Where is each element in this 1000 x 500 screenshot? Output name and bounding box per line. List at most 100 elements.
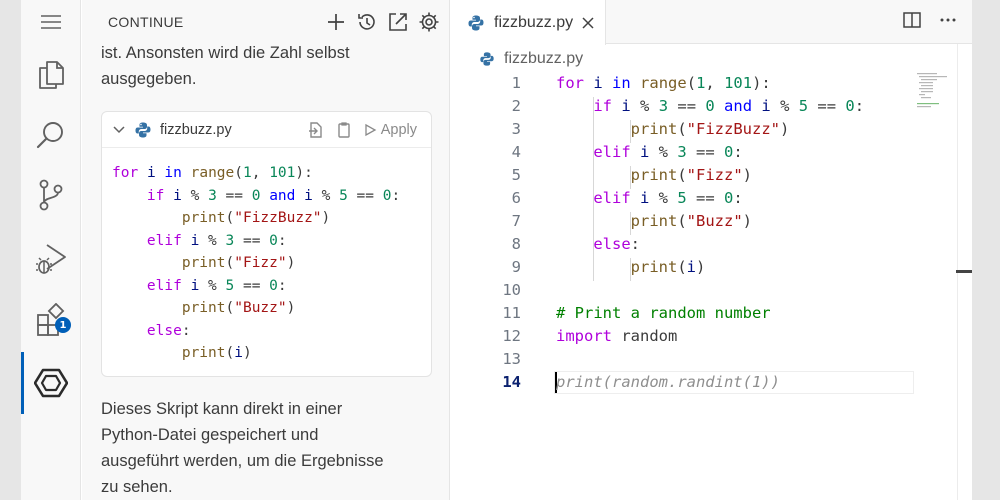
- intro-line: ist. Ansonsten wird die Zahl selbst: [101, 44, 350, 62]
- continue-button[interactable]: [21, 352, 81, 414]
- code-text: import random: [556, 327, 678, 345]
- close-icon[interactable]: [581, 16, 595, 30]
- extensions-button[interactable]: 1: [21, 295, 81, 345]
- vertical-scrollbar[interactable]: [956, 44, 972, 500]
- snippet-code-line: elif i % 5 == 0:: [146, 277, 287, 294]
- code-text: print("Buzz"): [630, 212, 753, 230]
- tab-label: fizzbuzz.py: [494, 13, 574, 31]
- copy-icon[interactable]: [335, 121, 353, 139]
- line-number: 5: [511, 166, 521, 184]
- continue-panel: CONTINUE ist. Ansonsten wird die Zahl se…: [82, 0, 450, 500]
- history-icon: [358, 14, 375, 30]
- line-number: 1: [511, 74, 521, 92]
- gear-icon: [419, 12, 439, 32]
- tab-bar: fizzbuzz.py: [451, 0, 972, 45]
- line-number: 10: [502, 281, 521, 299]
- line-number: 9: [511, 258, 521, 276]
- python-file-icon: [468, 15, 484, 30]
- plus-icon: [328, 14, 344, 30]
- code-line[interactable]: 8 else:: [451, 233, 921, 256]
- snippet-code-line: print("Fizz"): [181, 255, 296, 271]
- snippet-code-line: else:: [146, 322, 191, 339]
- source-control-button[interactable]: [21, 170, 81, 220]
- line-number: 3: [511, 120, 521, 138]
- search-button[interactable]: [21, 110, 81, 160]
- snippet-tools: Apply: [307, 121, 431, 139]
- snippet-code-line: print("FizzBuzz"): [181, 210, 331, 226]
- snippet-filename: fizzbuzz.py: [160, 121, 232, 138]
- source-control-icon: [39, 179, 63, 211]
- outro-text: Dieses Skript kann direkt in einer Pytho…: [101, 396, 431, 500]
- snippet-code-line: if i % 3 == 0 and i % 5 == 0:: [146, 187, 401, 204]
- breadcrumb[interactable]: fizzbuzz.py: [479, 50, 583, 68]
- code-snippet: fizzbuzz.py Apply for i in range(1, 101)…: [101, 111, 432, 377]
- intro-text: ist. Ansonsten wird die Zahl selbst ausg…: [101, 40, 431, 92]
- line-number: 2: [511, 97, 521, 115]
- explorer-button[interactable]: [21, 50, 81, 100]
- code-text: print("Fizz"): [630, 166, 753, 184]
- menu-button[interactable]: [21, 0, 81, 44]
- history-button[interactable]: [355, 10, 379, 34]
- settings-button[interactable]: [417, 10, 441, 34]
- editor-actions: [902, 10, 958, 30]
- apply-button[interactable]: Apply: [363, 122, 417, 138]
- snippet-code-line: print(i): [181, 345, 252, 361]
- line-number: 14: [502, 373, 521, 391]
- code-line[interactable]: 2 if i % 3 == 0 and i % 5 == 0:: [451, 95, 921, 118]
- code-line[interactable]: 10: [451, 279, 921, 302]
- inline-suggestion[interactable]: print(random.randint(1)): [556, 371, 780, 394]
- outro-line: ausgeführt werden, um die Ergebnisse: [101, 452, 384, 470]
- code-text: for i in range(1, 101):: [556, 74, 771, 92]
- run-debug-icon: [36, 244, 66, 274]
- open-in-new-window-button[interactable]: [386, 10, 410, 34]
- line-number: 11: [502, 304, 521, 322]
- python-file-icon: [480, 52, 494, 66]
- panel-title: CONTINUE: [108, 14, 184, 30]
- code-editor[interactable]: 1 for i in range(1, 101): 2 if i % 3 == 0 …: [451, 72, 921, 394]
- python-file-icon: [135, 122, 151, 137]
- code-line[interactable]: 4 elif i % 3 == 0:: [451, 141, 921, 164]
- line-number: 13: [502, 350, 521, 368]
- insert-at-cursor-icon[interactable]: [307, 121, 325, 139]
- minimap[interactable]: [917, 72, 951, 112]
- code-text: else:: [593, 235, 640, 253]
- code-text: print(i): [630, 258, 706, 276]
- run-debug-button[interactable]: [21, 233, 81, 283]
- code-line[interactable]: 1 for i in range(1, 101):: [451, 72, 921, 95]
- activity-bar: 1: [21, 0, 81, 500]
- code-line[interactable]: 9 print(i): [451, 256, 921, 279]
- snippet-code: for i in range(1, 101): if i % 3 == 0 an…: [102, 148, 431, 365]
- apply-label: Apply: [380, 121, 417, 138]
- code-line[interactable]: 6 elif i % 5 == 0:: [451, 187, 921, 210]
- extensions-badge: 1: [55, 317, 71, 333]
- code-text: elif i % 3 == 0:: [593, 143, 743, 161]
- code-line[interactable]: 12 import random: [451, 325, 921, 348]
- collapse-chevron-icon[interactable]: [112, 123, 126, 137]
- search-icon: [36, 122, 63, 149]
- code-text: elif i % 5 == 0:: [593, 189, 743, 207]
- code-line[interactable]: 5 print("Fizz"): [451, 164, 921, 187]
- cursor-position-marker: [956, 270, 972, 273]
- external-link-icon: [389, 13, 407, 31]
- continue-icon: [34, 368, 68, 398]
- editor-area: fizzbuzz.py fizzbuzz.py 1 for i in range(…: [451, 0, 972, 500]
- code-line[interactable]: 7 print("Buzz"): [451, 210, 921, 233]
- outro-line: zu sehen.: [101, 478, 173, 496]
- code-line[interactable]: 11 # Print a random number: [451, 302, 921, 325]
- snippet-code-line: for i in range(1, 101):: [112, 165, 313, 181]
- tab-fizzbuzz[interactable]: fizzbuzz.py: [451, 0, 606, 45]
- code-line[interactable]: 13: [451, 348, 921, 371]
- outro-line: Dieses Skript kann direkt in einer: [101, 400, 343, 418]
- new-session-button[interactable]: [324, 10, 348, 34]
- code-text: # Print a random number: [556, 304, 771, 322]
- split-editor-icon[interactable]: [902, 10, 922, 30]
- line-number: 12: [502, 327, 521, 345]
- intro-line: ausgegeben.: [101, 70, 197, 88]
- more-actions-icon[interactable]: [938, 10, 958, 30]
- panel-actions: [324, 10, 441, 34]
- code-text: if i % 3 == 0 and i % 5 == 0:: [593, 97, 865, 115]
- code-line[interactable]: 14 print(random.randint(1)): [451, 371, 921, 394]
- hamburger-menu-icon: [41, 15, 61, 29]
- code-text: print("FizzBuzz"): [630, 120, 790, 138]
- code-line[interactable]: 3 print("FizzBuzz"): [451, 118, 921, 141]
